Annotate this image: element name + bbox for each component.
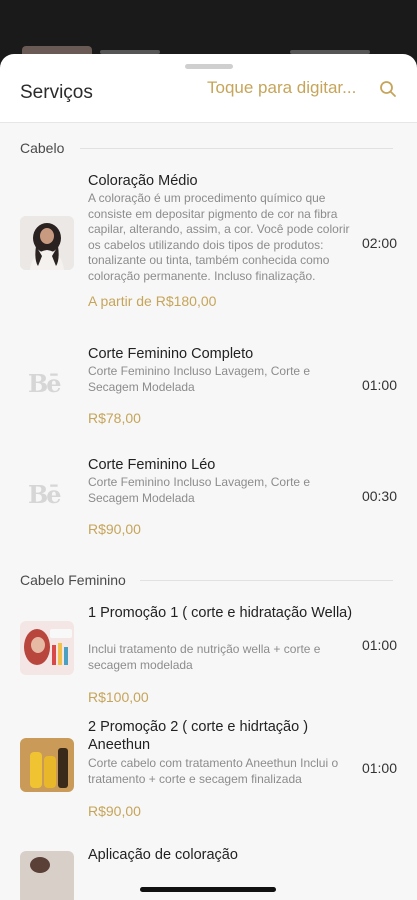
service-description: Corte Feminino Incluso Lavagem, Corte e …	[88, 364, 311, 394]
brand-logo-icon: Bē	[28, 369, 62, 398]
service-price: A partir de R$180,00	[88, 293, 217, 309]
sheet-header: Serviços Toque para digitar...	[0, 54, 417, 122]
service-description: A coloração é um procedimento químico qu…	[88, 191, 350, 283]
service-name: Corte Feminino Léo	[88, 457, 216, 473]
service-duration: 01:00	[361, 637, 397, 653]
service-description: Corte Feminino Incluso Lavagem, Corte e …	[88, 475, 311, 505]
service-description: Corte cabelo com tratamento Aneethun Inc…	[88, 756, 339, 786]
brand-logo-icon: Bē	[28, 480, 62, 509]
service-name: 1 Promoção 1 ( corte e hidratação Wella)	[88, 605, 353, 621]
service-duration: 02:00	[361, 235, 397, 251]
service-name: 2 Promoção 2 ( corte e hidrtação ) Aneet…	[88, 719, 309, 753]
service-name: Aplicação de coloração	[88, 847, 238, 863]
services-sheet: Serviços Toque para digitar... Cabelo Co…	[0, 54, 417, 900]
service-duration: 00:30	[361, 488, 397, 504]
service-duration: 01:00	[361, 760, 397, 776]
search-input[interactable]: Toque para digitar...	[207, 78, 356, 98]
service-thumbnail	[20, 621, 74, 675]
service-duration: 01:00	[361, 377, 397, 393]
search-icon[interactable]	[379, 80, 397, 98]
service-price: R$90,00	[88, 521, 141, 537]
page-title: Serviços	[20, 82, 93, 103]
service-price: R$100,00	[88, 689, 149, 705]
service-description: Inclui tratamento de nutrição wella + co…	[88, 642, 321, 672]
section-divider	[80, 148, 393, 149]
service-thumbnail	[20, 851, 74, 900]
services-list: Cabelo Coloração Médio A coloração é um …	[0, 123, 417, 900]
section-divider	[140, 580, 393, 581]
service-thumbnail	[20, 738, 74, 792]
service-price: R$90,00	[88, 803, 141, 819]
service-thumbnail	[20, 216, 74, 270]
service-price: R$78,00	[88, 410, 141, 426]
service-name: Corte Feminino Completo	[88, 346, 254, 362]
section-header-cabelo: Cabelo	[20, 140, 65, 156]
home-indicator	[140, 887, 276, 892]
section-header-cabelo-feminino: Cabelo Feminino	[20, 572, 126, 588]
service-name: Coloração Médio	[88, 173, 198, 189]
